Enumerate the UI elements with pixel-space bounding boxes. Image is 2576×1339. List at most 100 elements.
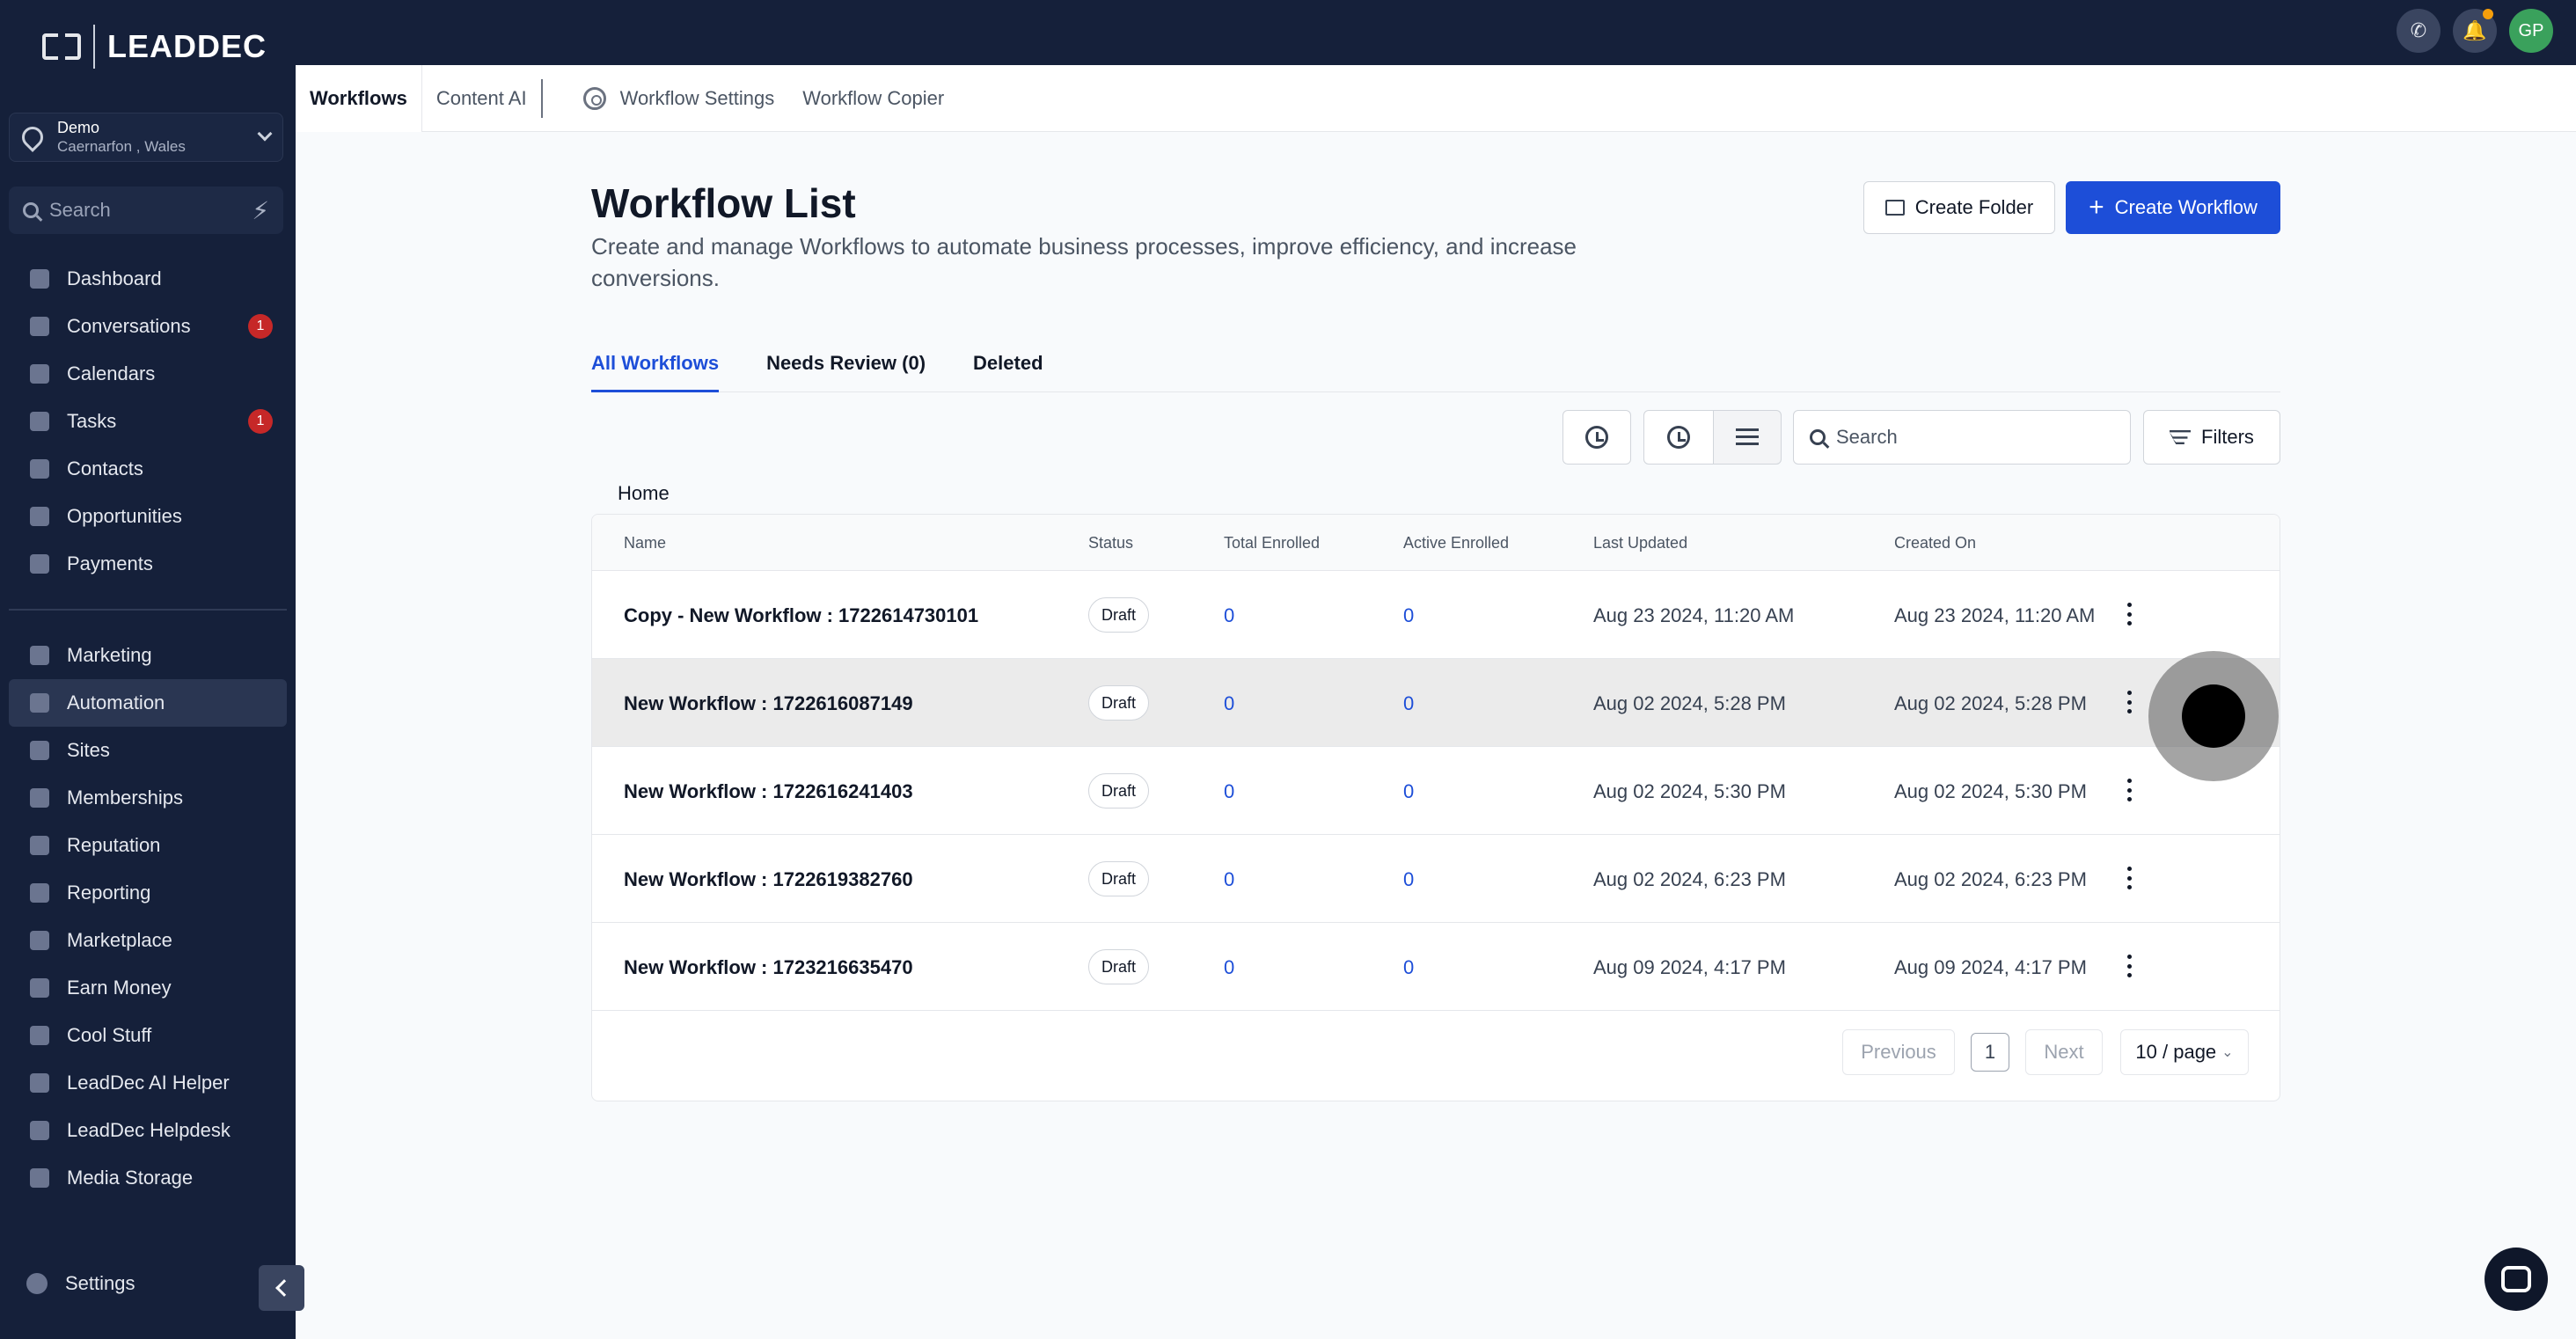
- chevron-left-icon: [275, 1279, 293, 1297]
- workflow-name[interactable]: New Workflow : 1723216635470: [624, 956, 913, 979]
- sidebar-item-marketing[interactable]: Marketing: [9, 632, 287, 679]
- page-description: Create and manage Workflows to automate …: [591, 233, 1577, 291]
- total-enrolled[interactable]: 0: [1224, 780, 1234, 803]
- workflow-name[interactable]: New Workflow : 1722616241403: [624, 780, 913, 803]
- location-switcher[interactable]: Demo Caernarfon , Wales: [9, 113, 283, 162]
- recent-view-button[interactable]: [1643, 410, 1714, 465]
- workflow-search-input[interactable]: [1836, 426, 2100, 449]
- history-button[interactable]: [1562, 410, 1631, 465]
- location-name: Demo: [57, 119, 100, 136]
- collapse-sidebar-button[interactable]: [259, 1265, 304, 1311]
- workflow-name[interactable]: Copy - New Workflow : 1722614730101: [624, 604, 978, 627]
- more-options-icon[interactable]: [2116, 601, 2142, 627]
- last-updated: Aug 09 2024, 4:17 PM: [1593, 956, 1786, 978]
- more-options-icon[interactable]: [2116, 777, 2142, 803]
- filters-button[interactable]: Filters: [2143, 410, 2280, 465]
- search-icon: [23, 202, 39, 218]
- table-row[interactable]: New Workflow : 1722616087149 Draft 0 0 A…: [592, 659, 2280, 747]
- active-enrolled[interactable]: 0: [1403, 868, 1414, 891]
- sidebar-item-payments[interactable]: Payments: [9, 540, 287, 588]
- create-workflow-button[interactable]: + Create Workflow: [2066, 181, 2280, 234]
- lightning-icon[interactable]: ⚡: [252, 196, 269, 225]
- tab-workflows[interactable]: Workflows: [296, 64, 422, 132]
- sidebar-item-earn-money[interactable]: Earn Money: [9, 964, 287, 1012]
- sidebar-item-sites[interactable]: Sites: [9, 727, 287, 774]
- create-folder-button[interactable]: Create Folder: [1863, 181, 2055, 234]
- sidebar-item-dashboard[interactable]: Dashboard: [9, 255, 287, 303]
- notifications-button[interactable]: 🔔: [2453, 9, 2497, 53]
- tab-workflow-settings[interactable]: Workflow Settings: [620, 65, 789, 132]
- more-options-icon[interactable]: [2116, 689, 2142, 715]
- active-enrolled[interactable]: 0: [1403, 604, 1414, 627]
- brand-logo[interactable]: LEADDEC: [42, 25, 267, 69]
- logo-icon: [42, 33, 81, 60]
- tab-needs-review[interactable]: Needs Review (0): [766, 345, 926, 392]
- table-row[interactable]: New Workflow : 1723216635470 Draft 0 0 A…: [592, 923, 2280, 1011]
- more-options-icon[interactable]: [2116, 953, 2142, 979]
- clock-icon: [1667, 426, 1690, 449]
- next-page-button[interactable]: Next: [2025, 1029, 2103, 1075]
- table-row[interactable]: New Workflow : 1722616241403 Draft 0 0 A…: [592, 747, 2280, 835]
- sidebar-item-automation[interactable]: Automation: [9, 679, 287, 727]
- status-badge: Draft: [1088, 949, 1150, 984]
- sidebar-item-settings[interactable]: Settings: [26, 1272, 135, 1295]
- avatar[interactable]: GP: [2509, 9, 2553, 53]
- chat-widget-button[interactable]: [2485, 1248, 2548, 1311]
- active-enrolled[interactable]: 0: [1403, 956, 1414, 979]
- active-enrolled[interactable]: 0: [1403, 692, 1414, 715]
- folder-icon: [1884, 200, 1905, 216]
- sidebar-item-marketplace[interactable]: Marketplace: [9, 917, 287, 964]
- tab-deleted[interactable]: Deleted: [973, 345, 1043, 392]
- list-view-button[interactable]: [1713, 410, 1782, 465]
- members-icon: [30, 788, 49, 808]
- user-icon: [30, 459, 49, 479]
- workflow-name[interactable]: New Workflow : 1722616087149: [624, 692, 913, 715]
- total-enrolled[interactable]: 0: [1224, 956, 1234, 979]
- column-active-enrolled: Active Enrolled: [1403, 534, 1510, 552]
- sidebar-search[interactable]: Search ⚡: [9, 187, 283, 234]
- cart-icon: [30, 931, 49, 950]
- sidebar-item-reputation[interactable]: Reputation: [9, 822, 287, 869]
- total-enrolled[interactable]: 0: [1224, 692, 1234, 715]
- chevron-down-icon: [257, 126, 273, 142]
- column-name: Name: [624, 534, 667, 552]
- total-enrolled[interactable]: 0: [1224, 604, 1234, 627]
- sidebar-item-opportunities[interactable]: Opportunities: [9, 493, 287, 540]
- gear-icon: [582, 86, 606, 110]
- previous-page-button[interactable]: Previous: [1842, 1029, 1955, 1075]
- tab-all-workflows[interactable]: All Workflows: [591, 345, 720, 392]
- sidebar-item-conversations[interactable]: Conversations 1: [9, 303, 287, 350]
- workflow-table: Name Status Total Enrolled Active Enroll…: [591, 514, 2280, 1101]
- last-updated: Aug 02 2024, 5:28 PM: [1593, 692, 1786, 714]
- image-icon: [30, 1168, 49, 1188]
- automation-icon: [30, 693, 49, 713]
- workflow-search[interactable]: [1793, 410, 2131, 465]
- sidebar-item-contacts[interactable]: Contacts: [9, 445, 287, 493]
- history-icon: [1585, 426, 1608, 449]
- sidebar-item-cool-stuff[interactable]: Cool Stuff: [9, 1012, 287, 1059]
- sidebar-item-calendars[interactable]: Calendars: [9, 350, 287, 398]
- tab-content-ai[interactable]: Content AI: [422, 65, 541, 132]
- check-icon: [30, 412, 49, 431]
- sidebar-item-tasks[interactable]: Tasks 1: [9, 398, 287, 445]
- page-size-select[interactable]: 10 / page ⌄: [2120, 1029, 2249, 1075]
- sidebar-item-ai-helper[interactable]: LeadDec AI Helper: [9, 1059, 287, 1107]
- sidebar-item-media-storage[interactable]: Media Storage: [9, 1154, 287, 1202]
- created-on: Aug 02 2024, 6:23 PM: [1894, 868, 2087, 890]
- tab-workflow-copier[interactable]: Workflow Copier: [788, 65, 958, 132]
- table-row[interactable]: New Workflow : 1722619382760 Draft 0 0 A…: [592, 835, 2280, 923]
- workflow-name[interactable]: New Workflow : 1722619382760: [624, 868, 913, 891]
- breadcrumb[interactable]: Home: [618, 482, 670, 505]
- phone-button[interactable]: ✆: [2397, 9, 2441, 53]
- more-options-icon[interactable]: [2116, 865, 2142, 891]
- robot-icon: [30, 1073, 49, 1093]
- total-enrolled[interactable]: 0: [1224, 868, 1234, 891]
- location-sub: Caernarfon , Wales: [57, 138, 186, 155]
- page-number-button[interactable]: 1: [1971, 1033, 2009, 1072]
- active-enrolled[interactable]: 0: [1403, 780, 1414, 803]
- sidebar-item-reporting[interactable]: Reporting: [9, 869, 287, 917]
- sidebar-item-helpdesk[interactable]: LeadDec Helpdesk: [9, 1107, 287, 1154]
- sidebar-item-memberships[interactable]: Memberships: [9, 774, 287, 822]
- table-row[interactable]: Copy - New Workflow : 1722614730101 Draf…: [592, 571, 2280, 659]
- plus-icon: +: [2089, 193, 2104, 222]
